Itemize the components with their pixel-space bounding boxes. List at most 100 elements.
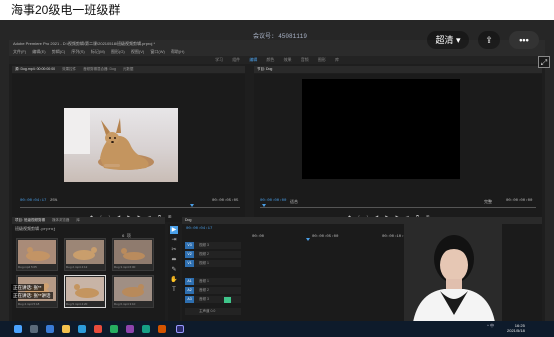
menu-marker[interactable]: 标记(M) — [91, 49, 105, 54]
tab-metadata[interactable]: 元数据 — [123, 67, 134, 71]
share-button[interactable]: ⇪ — [478, 31, 500, 49]
track-header[interactable]: A1 音频 1 — [185, 278, 241, 285]
source-zoom-select[interactable]: 25% — [50, 199, 57, 203]
wechat-icon[interactable] — [110, 325, 118, 333]
media-thumbnail-selected[interactable]: Dog 5.mp4 4:20 — [64, 275, 106, 308]
tab-libraries[interactable]: 库 — [76, 218, 80, 222]
workspace-assembly[interactable]: 组件 — [232, 57, 240, 62]
media-thumbnail-label: Dog 4.mp4 5:18 — [18, 302, 40, 306]
start-icon[interactable] — [14, 325, 22, 333]
hand-tool-icon[interactable]: ✋ — [170, 276, 178, 284]
workspace-effects[interactable]: 效果 — [284, 57, 292, 62]
system-tray[interactable]: ^ 中 — [487, 323, 494, 329]
menu-view[interactable]: 视图(V) — [131, 49, 144, 54]
source-playhead[interactable] — [190, 204, 194, 207]
browser-icon[interactable] — [78, 325, 86, 333]
source-time-ruler[interactable] — [20, 207, 240, 208]
program-video-frame — [302, 79, 460, 179]
maximize-icon: ⤢ — [540, 58, 548, 67]
slip-tool-icon[interactable]: ⬌ — [170, 256, 178, 264]
menu-graphics[interactable]: 图形(G) — [111, 49, 125, 54]
timeline-playhead[interactable] — [306, 238, 310, 241]
master-track-header[interactable]: 主声道 0.0 — [185, 308, 241, 315]
workspace-editing[interactable]: 编辑 — [249, 57, 257, 62]
clock[interactable]: 16:25 2021/5/18 — [507, 323, 525, 333]
type-tool-icon[interactable]: T — [170, 286, 178, 294]
app-icon[interactable] — [142, 325, 150, 333]
audio-clip[interactable] — [224, 297, 231, 303]
dog-clip-image — [114, 240, 152, 264]
razor-tool-icon[interactable]: ✂ — [170, 246, 178, 254]
source-panel-tabs: 源: Dog.mp4: 00:00:00:00 效果控件 音频剪辑混合器: Do… — [12, 66, 245, 73]
track-header[interactable]: A2 音频 2 — [185, 287, 241, 294]
dog-clip-image — [114, 277, 152, 301]
track-select-tool-icon[interactable]: ⇥ — [170, 236, 178, 244]
track-header[interactable]: V3 视频 3 — [185, 242, 241, 249]
premiere-pro-icon[interactable] — [176, 325, 184, 333]
menu-window[interactable]: 窗口(W) — [150, 49, 164, 54]
workspace-audio[interactable]: 音频 — [301, 57, 309, 62]
track-header[interactable]: V2 视频 2 — [185, 251, 241, 258]
more-options-button[interactable]: ••• — [509, 31, 539, 49]
video-quality-button[interactable]: 超清 ▾ — [427, 31, 469, 49]
speaker-indicator: 正在讲话: 张** — [11, 284, 44, 291]
media-thumbnail-label: Dog 3.mp4 6:00 — [114, 265, 136, 269]
dog-frame-image — [64, 108, 178, 182]
video-quality-label: 超清 — [435, 35, 454, 45]
task-view-icon[interactable] — [46, 325, 54, 333]
program-monitor: 00:00:00:00 适合 完整 00:00:00:00 ◆ { } ◀ ▶ … — [254, 74, 542, 222]
program-fit-select[interactable]: 适合 — [290, 199, 298, 205]
menu-help[interactable]: 帮助(H) — [171, 49, 185, 54]
tab-media-browser[interactable]: 媒体浏览器 — [52, 218, 70, 222]
media-thumbnail-label: Dog 2.mp4 4:12 — [66, 265, 88, 269]
tab-source[interactable]: 源: Dog.mp4: 00:00:00:00 — [15, 67, 55, 71]
tab-audio-mixer[interactable]: 音频剪辑混合器: Dog — [83, 67, 116, 71]
pen-tool-icon[interactable]: ✎ — [170, 266, 178, 274]
meeting-id-watermark: 会议号: 45081119 — [253, 33, 308, 40]
media-thumbnail-label: Dog 6.mp4 3:10 — [114, 302, 136, 306]
media-thumbnail[interactable]: Dog 3.mp4 6:00 — [112, 238, 154, 271]
media-thumbnail-label: Dog.mp4 5:05 — [18, 265, 37, 269]
maximize-button[interactable]: ⤢ — [538, 56, 550, 68]
window-title: 海事20级电一班级群 — [0, 0, 554, 20]
program-time-ruler[interactable] — [260, 207, 536, 208]
tab-timeline-sequence[interactable]: Dog — [185, 218, 191, 222]
program-playhead[interactable] — [262, 204, 266, 207]
program-timecode[interactable]: 00:00:00:00 — [260, 199, 286, 203]
app-icon[interactable] — [94, 325, 102, 333]
search-icon[interactable] — [30, 325, 38, 333]
workspace-graphics[interactable]: 图形 — [318, 57, 326, 62]
media-thumbnail[interactable]: Dog 2.mp4 4:12 — [64, 238, 106, 271]
source-video-frame — [64, 108, 178, 182]
screen-share-viewer: Adobe Premiere Pro 2021 - D:\视频剪辑\第二课\20… — [0, 20, 554, 337]
presenter-webcam — [404, 219, 502, 329]
program-quality-select[interactable]: 完整 — [484, 199, 492, 205]
selection-tool-icon[interactable]: ▶ — [170, 226, 178, 234]
tab-program[interactable]: 节目: Dog — [257, 67, 272, 71]
app-icon[interactable] — [126, 325, 134, 333]
app-icon[interactable] — [158, 325, 166, 333]
file-explorer-icon[interactable] — [62, 325, 70, 333]
premiere-menu-bar: 文件(F) 编辑(E) 剪辑(C) 序列(S) 标记(M) 图形(G) 视图(V… — [9, 48, 545, 56]
track-header[interactable]: V1 视频 1 — [185, 260, 241, 267]
tab-effect-controls[interactable]: 效果控件 — [62, 67, 76, 71]
workspace-color[interactable]: 颜色 — [266, 57, 274, 62]
timeline-timecode[interactable]: 00:00:04:17 — [186, 227, 212, 231]
media-thumbnail[interactable]: Dog.mp4 5:05 — [16, 238, 58, 271]
workspace-bar: 学习 组件 编辑 颜色 效果 音频 图形 库 — [9, 56, 545, 64]
media-thumbnail[interactable]: Dog 6.mp4 3:10 — [112, 275, 154, 308]
track-header[interactable]: A3 音频 3 — [185, 296, 241, 303]
speaker-indicator-secondary: 正在讲话: 张**讲话 — [11, 292, 53, 299]
program-panel-tabs: 节目: Dog — [254, 66, 542, 73]
menu-clip[interactable]: 剪辑(C) — [52, 49, 66, 54]
tab-project[interactable]: 项目: 班级视频剪辑 — [15, 218, 45, 222]
source-timecode[interactable]: 00:00:04:17 — [20, 199, 46, 203]
project-path: 班级视频剪辑.prproj — [15, 228, 56, 232]
menu-edit[interactable]: 编辑(E) — [32, 49, 45, 54]
workspace-learn[interactable]: 学习 — [215, 57, 223, 62]
workspace-libraries[interactable]: 库 — [335, 57, 339, 62]
ruler-tick-1: 00:00:05:00 — [312, 235, 339, 239]
share-icon: ⇪ — [485, 35, 493, 45]
menu-file[interactable]: 文件(F) — [13, 49, 26, 54]
menu-sequence[interactable]: 序列(S) — [71, 49, 84, 54]
